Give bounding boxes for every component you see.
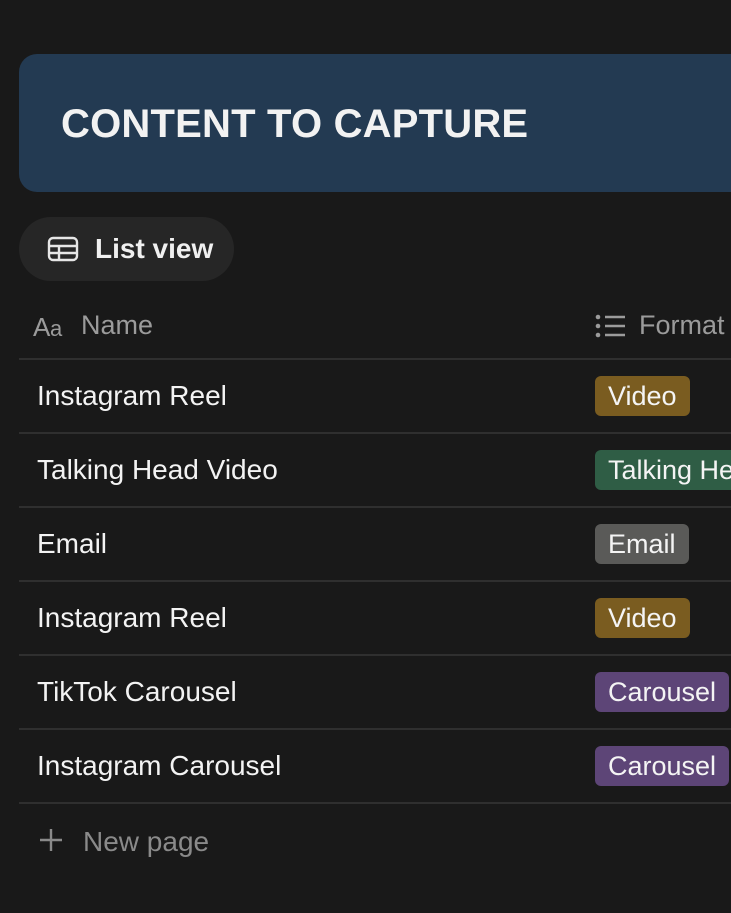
plus-icon bbox=[39, 828, 63, 852]
column-header-format[interactable]: Format bbox=[595, 310, 725, 341]
row-name-cell: Instagram Carousel bbox=[37, 750, 282, 781]
column-header-format-label: Format bbox=[639, 310, 725, 340]
format-tag: Talking Head bbox=[595, 450, 731, 490]
column-header-name[interactable]: A a Name bbox=[33, 310, 154, 342]
row-name-cell: Instagram Reel bbox=[37, 380, 227, 411]
table-body: Instagram Reel Video Talking Head Video … bbox=[19, 360, 731, 804]
table-row[interactable]: Talking Head Video Talking Head bbox=[19, 434, 731, 508]
multi-select-list-icon bbox=[595, 312, 627, 340]
format-tag: Email bbox=[595, 524, 689, 564]
format-tag: Carousel bbox=[595, 746, 730, 786]
column-header-name-label: Name bbox=[81, 310, 154, 340]
row-name-cell: Instagram Reel bbox=[37, 602, 227, 633]
view-tab-label: List view bbox=[95, 233, 214, 264]
table-icon bbox=[47, 236, 79, 262]
row-name-cell: TikTok Carousel bbox=[37, 676, 237, 707]
table-row[interactable]: Instagram Reel Video bbox=[19, 582, 731, 656]
format-tag: Video bbox=[595, 598, 690, 638]
list-view-tab[interactable]: List view bbox=[19, 217, 234, 281]
row-name-cell: Email bbox=[37, 528, 108, 559]
page-banner: CONTENT TO CAPTURE bbox=[19, 54, 731, 192]
format-tag: Video bbox=[595, 376, 690, 416]
table-row[interactable]: TikTok Carousel Carousel bbox=[19, 656, 731, 730]
database-table: A a Name Format Instagram Reel Video Tal… bbox=[19, 290, 731, 878]
table-row[interactable]: Email Email bbox=[19, 508, 731, 582]
new-page-label: New page bbox=[83, 826, 210, 857]
database-page: CONTENT TO CAPTURE List view A a Name Fo… bbox=[0, 0, 731, 913]
table-row[interactable]: Instagram Reel Video bbox=[19, 360, 731, 434]
text-property-icon: A a bbox=[33, 312, 69, 342]
svg-text:a: a bbox=[50, 316, 63, 339]
page-title: CONTENT TO CAPTURE bbox=[61, 102, 529, 146]
row-name-cell: Talking Head Video bbox=[37, 454, 278, 485]
format-tag: Carousel bbox=[595, 672, 730, 712]
new-page-button[interactable]: New page bbox=[19, 804, 731, 878]
table-row[interactable]: Instagram Carousel Carousel bbox=[19, 730, 731, 804]
table-header: A a Name Format bbox=[19, 290, 731, 360]
svg-text:A: A bbox=[33, 313, 51, 339]
